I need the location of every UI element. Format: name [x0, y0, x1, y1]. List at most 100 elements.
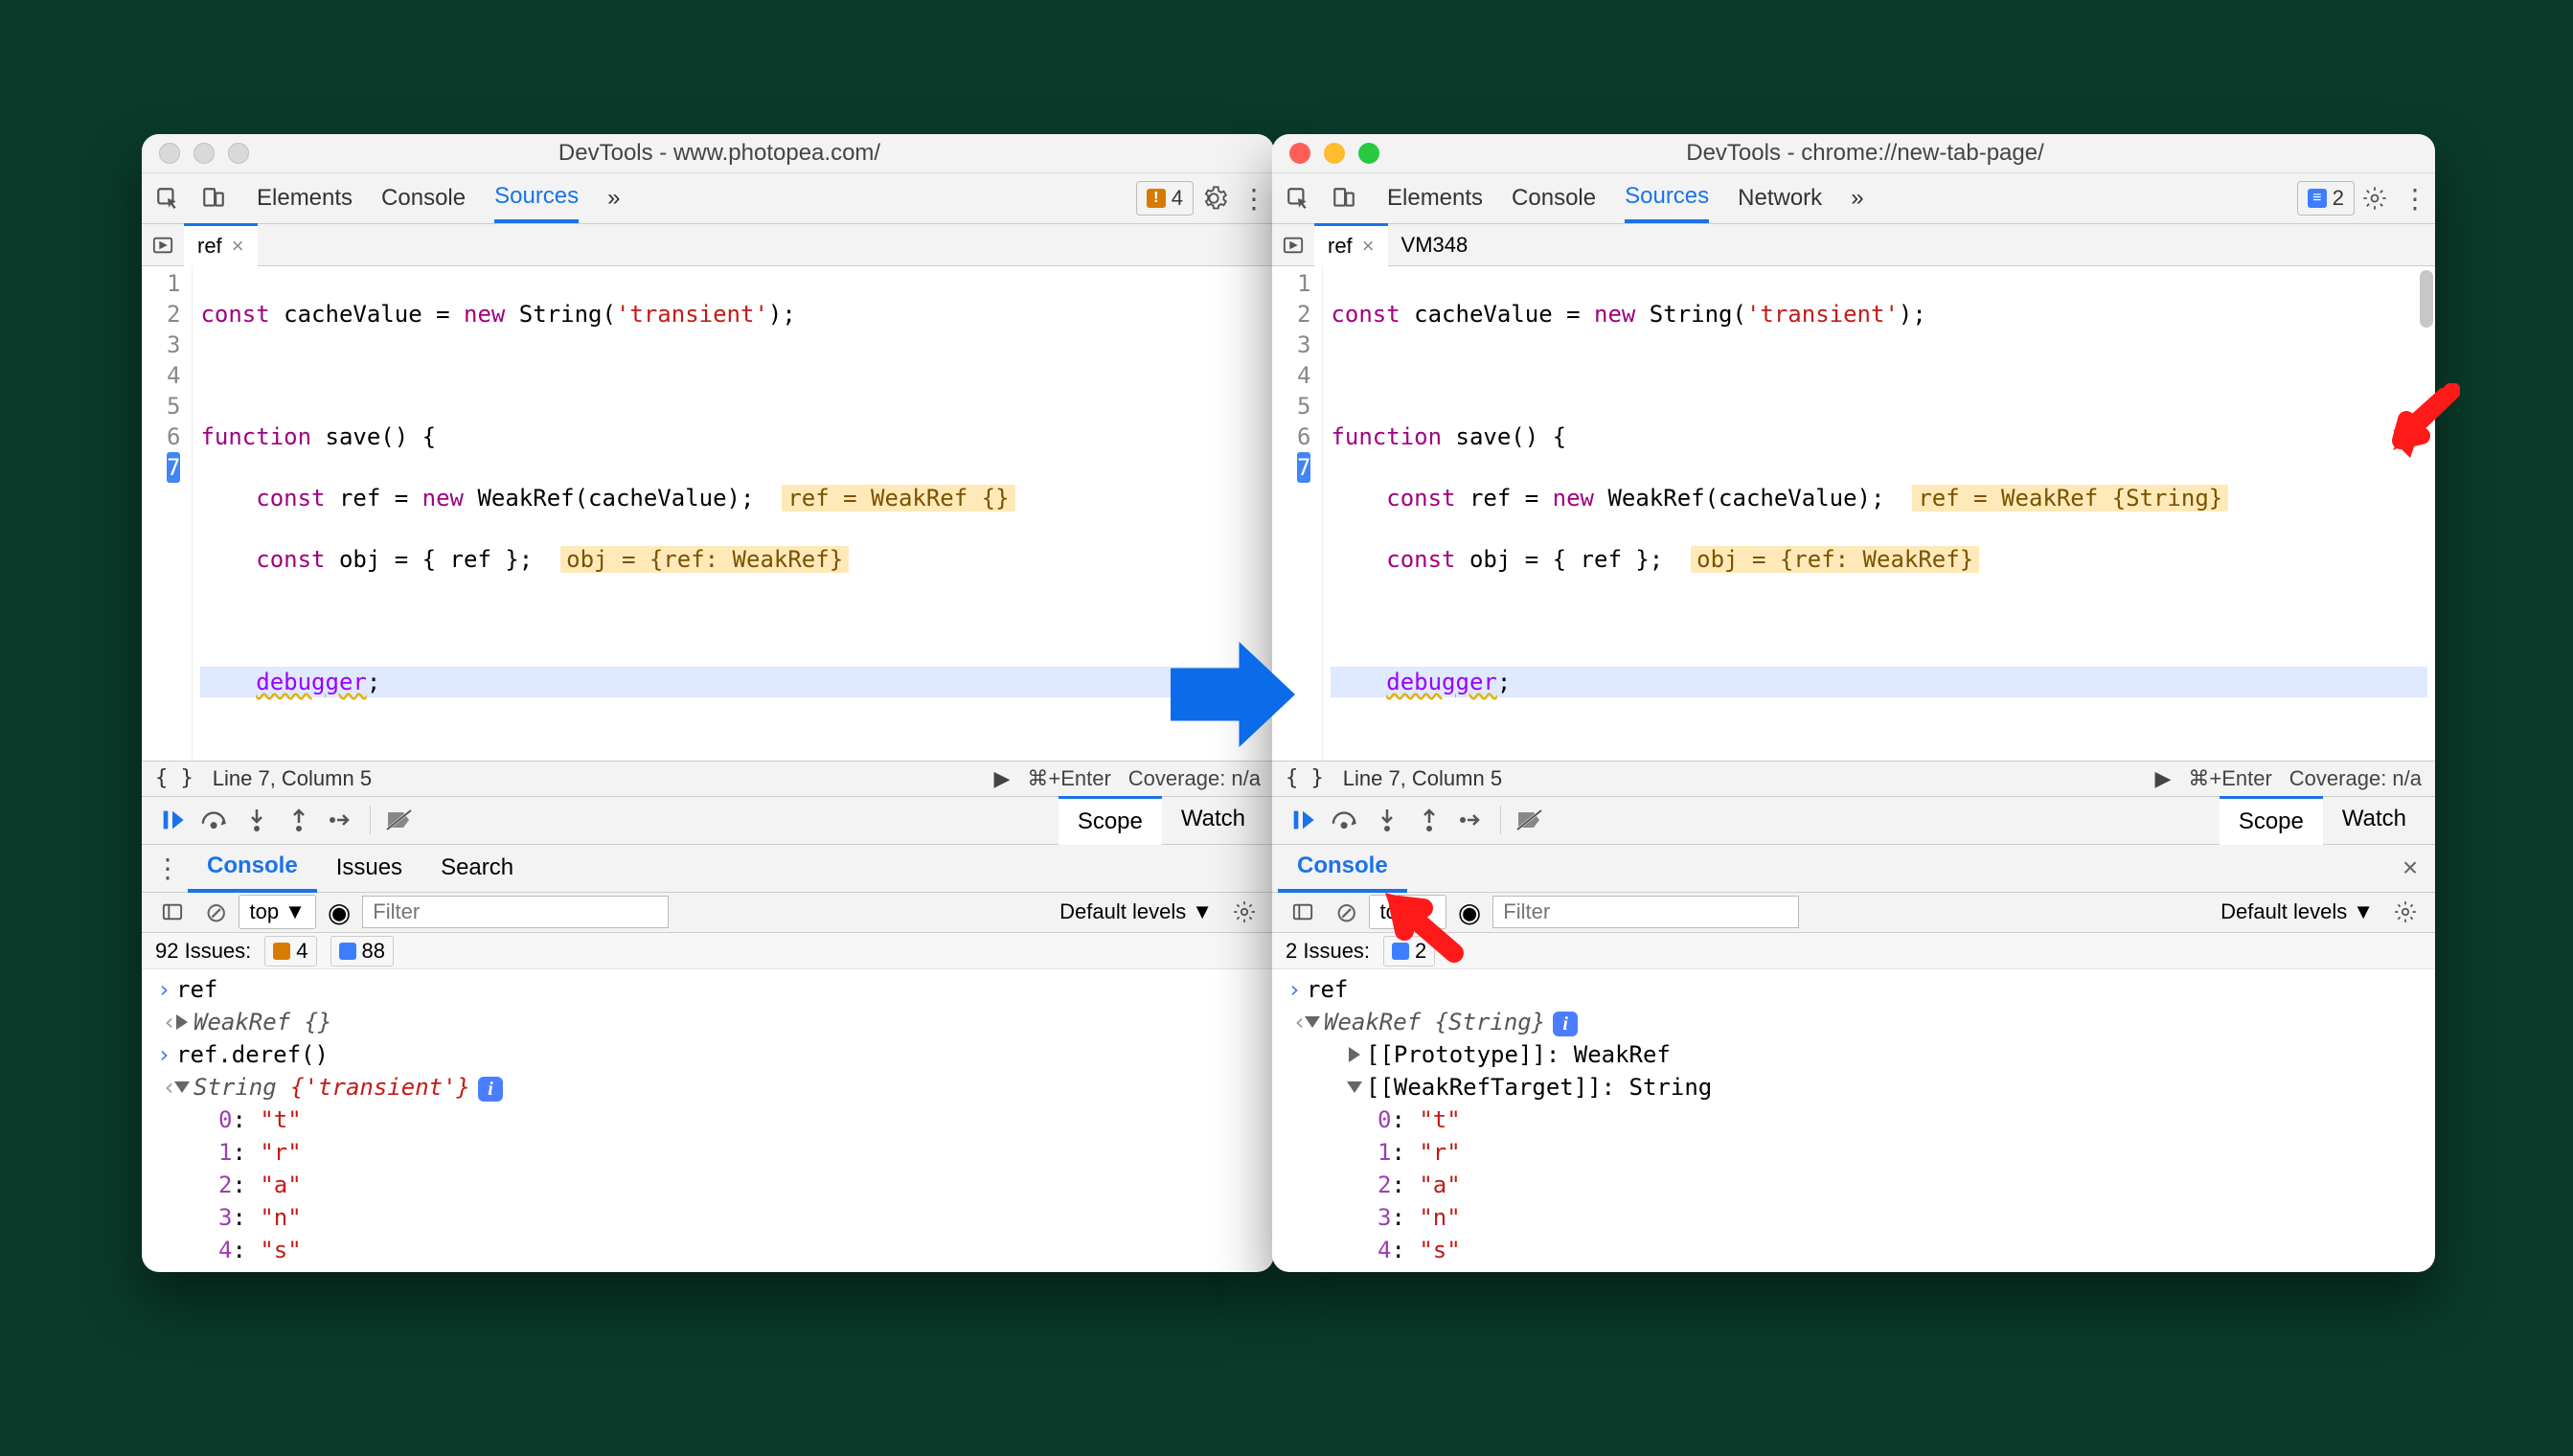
object-internal[interactable]: [[WeakRefTarget]]: String — [1366, 1074, 1712, 1101]
zoom-dot[interactable] — [1358, 143, 1379, 164]
tab-more[interactable]: » — [607, 175, 620, 221]
line-number[interactable]: 5 — [167, 391, 180, 421]
step-into-icon[interactable] — [1366, 799, 1408, 841]
object-internal[interactable]: [[Prototype]]: WeakRef — [1366, 1041, 1671, 1068]
tab-console[interactable]: Console — [381, 175, 466, 221]
settings-gear-icon[interactable] — [2355, 179, 2395, 217]
line-number[interactable]: 3 — [1297, 330, 1310, 360]
collapse-icon[interactable] — [174, 1081, 190, 1093]
run-icon[interactable]: ▶ — [993, 766, 1010, 791]
live-expression-icon[interactable]: ◉ — [328, 897, 351, 928]
console-settings-gear-icon[interactable] — [2385, 893, 2425, 931]
resume-icon[interactable] — [1282, 799, 1324, 841]
filter-input[interactable] — [362, 896, 669, 928]
window-traffic-lights[interactable] — [1289, 143, 1379, 164]
inspect-icon[interactable] — [1278, 179, 1318, 217]
scope-tab[interactable]: Scope — [2220, 796, 2323, 845]
console-sidebar-icon[interactable] — [151, 901, 194, 922]
line-number[interactable]: 1 — [167, 268, 180, 299]
drawer-tab-console[interactable]: Console — [188, 843, 317, 893]
code-body[interactable]: const cacheValue = new String('transient… — [193, 266, 1274, 761]
run-snippet-icon[interactable] — [142, 235, 184, 256]
deactivate-breakpoints-icon[interactable] — [1509, 799, 1551, 841]
filetab-vm[interactable]: VM348 — [1388, 225, 1482, 265]
step-over-icon[interactable] — [1324, 799, 1366, 841]
step-over-icon[interactable] — [194, 799, 236, 841]
issue-chip-warn[interactable]: 4 — [264, 936, 316, 967]
console-result[interactable]: String {'transient'} — [194, 1074, 470, 1101]
minimize-dot[interactable] — [194, 143, 215, 164]
line-number[interactable]: 5 — [1297, 391, 1310, 421]
collapse-icon[interactable] — [1347, 1081, 1362, 1093]
console-result[interactable]: WeakRef {String} — [1324, 1009, 1545, 1035]
watch-tab[interactable]: Watch — [1162, 796, 1264, 845]
more-menu-icon[interactable]: ⋮ — [1234, 179, 1274, 217]
line-number-breakpoint[interactable]: 7 — [167, 452, 180, 483]
filter-input[interactable] — [1492, 896, 1799, 928]
info-icon[interactable]: i — [478, 1077, 503, 1102]
settings-gear-icon[interactable] — [1194, 179, 1234, 217]
close-dot[interactable] — [159, 143, 180, 164]
pretty-print-icon[interactable]: { } — [1286, 766, 1324, 790]
zoom-dot[interactable] — [228, 143, 249, 164]
pretty-print-icon[interactable]: { } — [155, 766, 194, 790]
line-number[interactable]: 6 — [167, 421, 180, 452]
scope-tab[interactable]: Scope — [1059, 796, 1162, 845]
console-settings-gear-icon[interactable] — [1224, 893, 1264, 931]
line-number[interactable]: 6 — [1297, 421, 1310, 452]
line-number[interactable]: 3 — [167, 330, 180, 360]
inspect-icon[interactable] — [148, 179, 188, 217]
deactivate-breakpoints-icon[interactable] — [378, 799, 421, 841]
step-icon[interactable] — [1450, 799, 1492, 841]
line-number-breakpoint[interactable]: 7 — [1297, 452, 1310, 483]
log-levels-selector[interactable]: Default levels ▼ — [1059, 899, 1213, 924]
run-snippet-icon[interactable] — [1272, 235, 1314, 256]
tab-network[interactable]: Network — [1738, 175, 1822, 221]
line-number[interactable]: 4 — [1297, 360, 1310, 391]
tab-elements[interactable]: Elements — [257, 175, 353, 221]
tab-sources[interactable]: Sources — [1625, 173, 1709, 223]
expand-icon[interactable] — [176, 1014, 188, 1030]
device-icon[interactable] — [194, 179, 234, 217]
close-drawer-icon[interactable]: × — [2391, 853, 2429, 883]
code-editor[interactable]: 1 2 3 4 5 6 7 const cacheValue = new Str… — [142, 266, 1274, 761]
more-menu-icon[interactable]: ⋮ — [2395, 179, 2435, 217]
device-icon[interactable] — [1324, 179, 1364, 217]
filetab-ref[interactable]: ref × — [184, 223, 258, 266]
collapse-icon[interactable] — [1305, 1016, 1320, 1028]
minimize-dot[interactable] — [1324, 143, 1345, 164]
close-icon[interactable]: × — [232, 234, 244, 259]
drawer-more-icon[interactable]: ⋮ — [148, 849, 188, 887]
close-dot[interactable] — [1289, 143, 1310, 164]
drawer-tab-issues[interactable]: Issues — [317, 845, 421, 891]
code-body[interactable]: const cacheValue = new String('transient… — [1323, 266, 2435, 761]
log-levels-selector[interactable]: Default levels ▼ — [2220, 899, 2374, 924]
issues-strip[interactable]: 92 Issues: 4 88 — [142, 933, 1274, 968]
watch-tab[interactable]: Watch — [2323, 796, 2425, 845]
issue-count-badge[interactable]: ! 4 — [1136, 181, 1194, 216]
step-icon[interactable] — [320, 799, 362, 841]
tab-elements[interactable]: Elements — [1387, 175, 1483, 221]
step-out-icon[interactable] — [278, 799, 320, 841]
scrollbar[interactable] — [2420, 270, 2433, 328]
line-number[interactable]: 2 — [167, 299, 180, 330]
filetab-ref[interactable]: ref × — [1314, 223, 1388, 266]
line-number[interactable]: 4 — [167, 360, 180, 391]
console-result[interactable]: WeakRef {} — [194, 1009, 332, 1035]
console-output[interactable]: ›ref ›WeakRef {} ›ref.deref() ›String {'… — [142, 969, 1274, 1272]
step-out-icon[interactable] — [1408, 799, 1450, 841]
run-icon[interactable]: ▶ — [2154, 766, 2171, 791]
tab-sources[interactable]: Sources — [494, 173, 579, 223]
line-number[interactable]: 2 — [1297, 299, 1310, 330]
window-traffic-lights[interactable] — [159, 143, 249, 164]
console-output[interactable]: ›ref ›WeakRef {String}i [[Prototype]]: W… — [1272, 969, 2435, 1272]
line-gutter[interactable]: 1 2 3 4 5 6 7 — [142, 266, 193, 761]
code-editor[interactable]: 1 2 3 4 5 6 7 const cacheValue = new Str… — [1272, 266, 2435, 761]
tab-more[interactable]: » — [1851, 175, 1863, 221]
info-icon[interactable]: i — [1553, 1012, 1578, 1036]
close-icon[interactable]: × — [1362, 234, 1375, 259]
step-into-icon[interactable] — [236, 799, 278, 841]
tab-console[interactable]: Console — [1512, 175, 1596, 221]
expand-icon[interactable] — [1349, 1047, 1360, 1062]
drawer-tab-search[interactable]: Search — [421, 845, 533, 891]
